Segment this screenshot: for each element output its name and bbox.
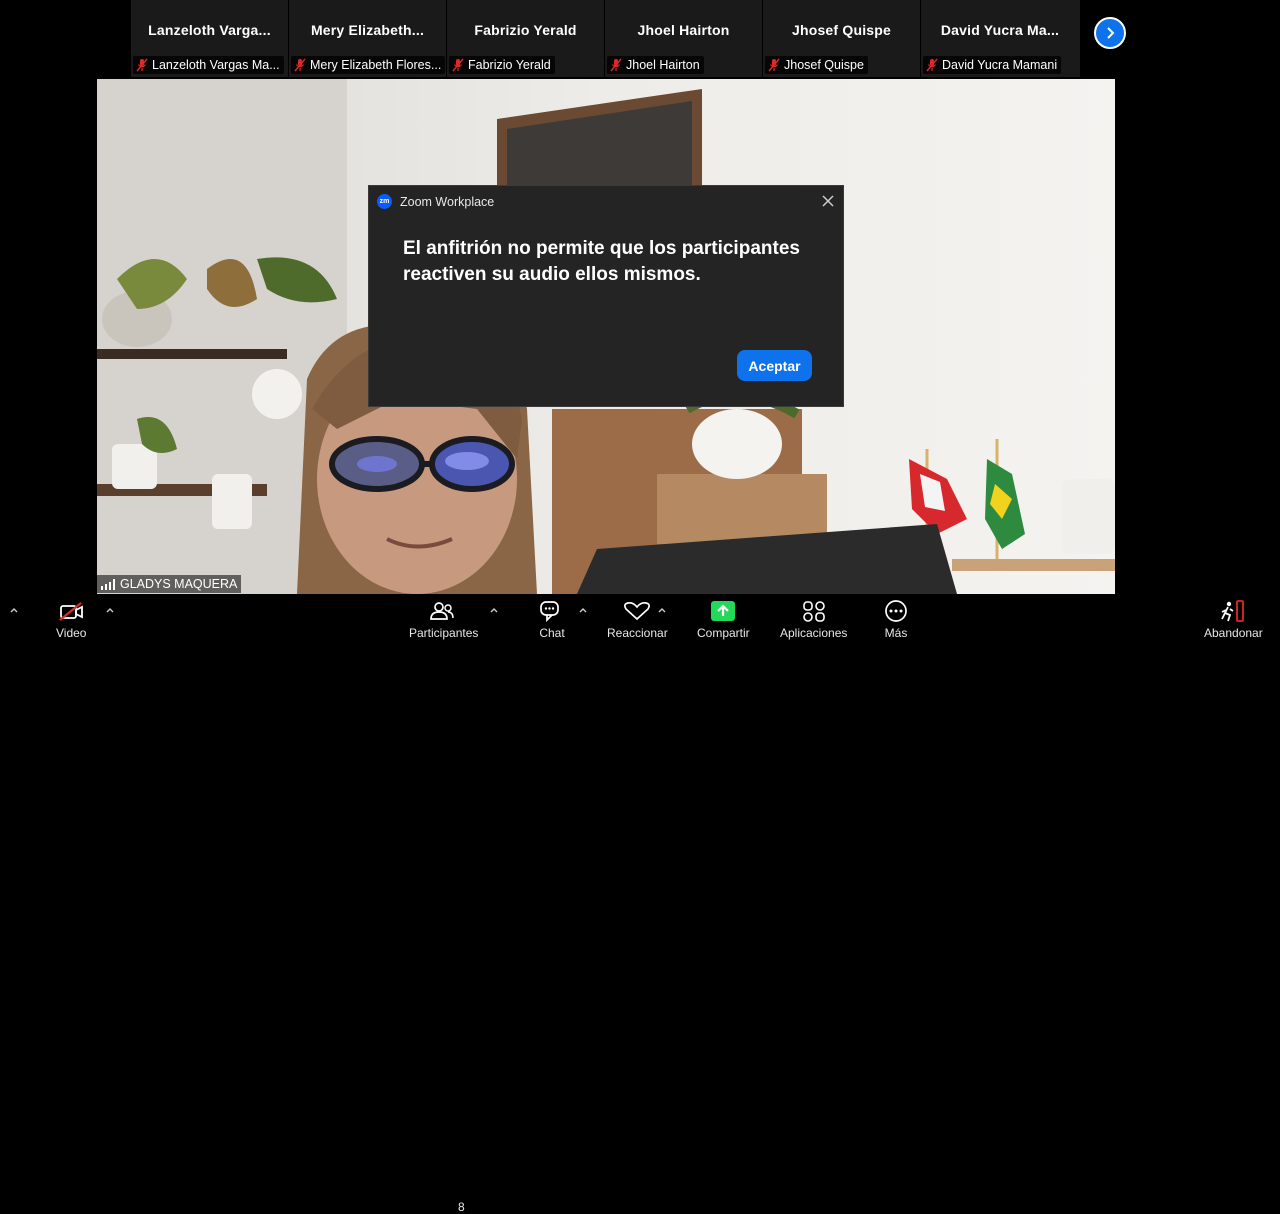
leave-icon	[1221, 600, 1245, 622]
share-icon	[711, 601, 736, 621]
apps-label: Aplicaciones	[780, 626, 848, 640]
participant-label-text: Jhoel Hairton	[626, 58, 700, 72]
dialog-app-title: Zoom Workplace	[400, 194, 495, 209]
react-options-caret-icon[interactable]	[657, 606, 667, 614]
participants-icon	[429, 602, 454, 620]
audio-options-caret-icon[interactable]	[9, 606, 19, 614]
participants-button[interactable]: Participantes	[409, 600, 478, 640]
chat-options-caret-icon[interactable]	[578, 606, 588, 614]
participant-label: Jhosef Quispe	[765, 56, 868, 74]
signal-icon	[101, 578, 115, 590]
participants-count: 8	[458, 1200, 465, 1214]
participant-label: Mery Elizabeth Flores...	[291, 56, 445, 74]
dialog-message: El anfitrión no permite que los particip…	[403, 238, 800, 285]
participant-label: Jhoel Hairton	[607, 56, 704, 74]
leave-label: Abandonar	[1204, 626, 1263, 640]
participant-label: David Yucra Mamani	[923, 56, 1062, 74]
participant-tile-name: Mery Elizabeth...	[310, 22, 425, 38]
participant-tile[interactable]: Jhosef Quispe Jhosef Quispe	[763, 0, 921, 77]
participants-label: Participantes	[409, 626, 479, 640]
react-label: Reaccionar	[607, 626, 668, 640]
apps-button[interactable]: Aplicaciones	[780, 600, 847, 640]
speaker-name: GLADYS MAQUERA	[120, 577, 238, 591]
meeting-toolbar: Video Participantes 8 Chat Reaccionar Co…	[0, 594, 1280, 1214]
participant-tile-name: Lanzeloth Varga...	[148, 22, 271, 38]
participant-label: Lanzeloth Vargas Ma...	[133, 56, 284, 74]
participant-tile[interactable]: David Yucra Ma... David Yucra Mamani	[921, 0, 1079, 77]
chat-icon	[540, 601, 559, 622]
apps-icon	[802, 601, 825, 622]
more-icon	[885, 600, 907, 622]
accept-button[interactable]: Aceptar	[737, 350, 812, 381]
dialog-header: zm Zoom Workplace	[377, 194, 494, 209]
notification-dialog: zm Zoom Workplace El anfitrión no permit…	[368, 185, 844, 407]
chat-button[interactable]: Chat	[539, 600, 565, 640]
participants-options-caret-icon[interactable]	[489, 606, 499, 614]
zoom-logo-icon: zm	[377, 194, 392, 209]
participant-tile[interactable]: Lanzeloth Varga... Lanzeloth Vargas Ma..…	[131, 0, 289, 77]
mic-off-icon	[294, 58, 306, 72]
participant-tile-name: Jhosef Quispe	[791, 22, 892, 38]
participant-tile-name: Jhoel Hairton	[637, 22, 730, 38]
share-button[interactable]: Compartir	[697, 600, 750, 640]
chat-label: Chat	[539, 626, 565, 640]
participant-tile[interactable]: Fabrizio Yerald Fabrizio Yerald	[447, 0, 605, 77]
more-button[interactable]: Más	[883, 600, 909, 640]
participant-tile[interactable]: Mery Elizabeth... Mery Elizabeth Flores.…	[289, 0, 447, 77]
participant-tile-name: David Yucra Ma...	[940, 22, 1060, 38]
participant-label-text: David Yucra Mamani	[942, 58, 1058, 72]
mic-off-icon	[610, 58, 622, 72]
participant-label-text: Jhosef Quispe	[784, 58, 864, 72]
more-label: Más	[884, 626, 908, 640]
mic-off-icon	[452, 58, 464, 72]
participant-strip: Lanzeloth Varga... Lanzeloth Vargas Ma..…	[131, 0, 1080, 77]
participant-label: Fabrizio Yerald	[449, 56, 555, 74]
speaker-name-label: GLADYS MAQUERA	[97, 575, 242, 593]
video-options-caret-icon[interactable]	[105, 606, 115, 614]
video-button[interactable]: Video	[56, 600, 86, 640]
participant-tile[interactable]: Jhoel Hairton Jhoel Hairton	[605, 0, 763, 77]
participant-label-text: Fabrizio Yerald	[468, 58, 551, 72]
leave-button[interactable]: Abandonar	[1204, 600, 1263, 640]
mic-off-icon	[926, 58, 938, 72]
participant-label-text: Mery Elizabeth Flores...	[310, 58, 441, 72]
video-label: Video	[56, 626, 87, 640]
share-label: Compartir	[697, 626, 750, 640]
close-icon[interactable]	[821, 194, 835, 208]
mic-off-icon	[768, 58, 780, 72]
video-off-icon	[59, 602, 84, 621]
participant-tile-name: Fabrizio Yerald	[474, 22, 577, 38]
mic-off-icon	[136, 58, 148, 72]
next-page-button[interactable]	[1094, 17, 1126, 49]
participant-label-text: Lanzeloth Vargas Ma...	[152, 58, 280, 72]
chevron-right-icon	[1107, 27, 1115, 39]
